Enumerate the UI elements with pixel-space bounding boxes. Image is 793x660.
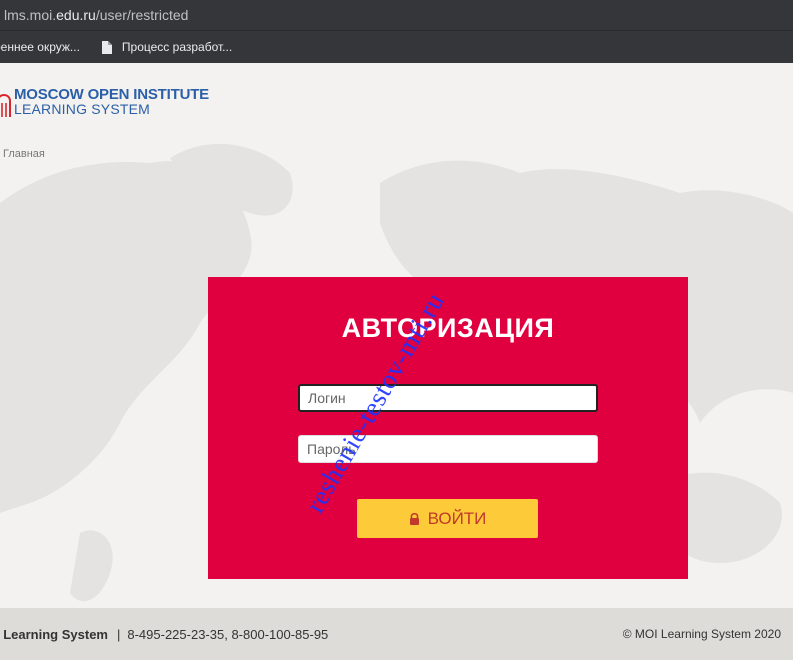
url-domain: edu.ru bbox=[56, 7, 96, 23]
login-button-label: ВОЙТИ bbox=[427, 508, 487, 528]
password-input[interactable] bbox=[298, 435, 598, 463]
footer: I Learning System | 8-495-225-23-35, 8-8… bbox=[0, 608, 793, 660]
login-button[interactable]: ВОЙТИ bbox=[357, 499, 538, 538]
login-title: АВТОРИЗАЦИЯ bbox=[341, 313, 555, 343]
page-content: MOSCOW OPEN INSTITUTE LEARNING SYSTEM Гл… bbox=[0, 63, 793, 608]
bookmark-item[interactable]: Процесс разработ... bbox=[101, 40, 233, 54]
institute-logo-icon bbox=[0, 94, 11, 117]
bookmark-label: реннее окруж... bbox=[0, 40, 80, 54]
site-logo[interactable]: MOSCOW OPEN INSTITUTE LEARNING SYSTEM bbox=[0, 87, 209, 121]
breadcrumb[interactable]: Главная bbox=[3, 148, 45, 160]
footer-phones: 8-495-225-23-35, 8-800-100-85-95 bbox=[127, 626, 329, 642]
lock-icon bbox=[409, 512, 419, 525]
logo-title: MOSCOW OPEN INSTITUTE bbox=[14, 86, 209, 103]
bookmark-label: Процесс разработ... bbox=[121, 40, 233, 54]
footer-separator: | bbox=[116, 626, 121, 642]
url-prefix: lms.moi. bbox=[4, 7, 57, 23]
logo-subtitle: LEARNING SYSTEM bbox=[14, 101, 151, 117]
document-icon bbox=[101, 40, 112, 54]
login-input[interactable] bbox=[298, 384, 598, 412]
address-bar[interactable]: lms.moi. edu.ru/user/restricted bbox=[0, 0, 793, 30]
login-panel: АВТОРИЗАЦИЯ ВОЙТИ bbox=[208, 277, 688, 579]
url-path: /user/restricted bbox=[95, 7, 189, 23]
footer-copyright: © MOI Learning System 2020 bbox=[622, 627, 781, 641]
bookmark-item[interactable]: реннее окруж... bbox=[0, 40, 80, 54]
bookmarks-bar: реннее окруж... Процесс разработ... bbox=[0, 30, 793, 63]
footer-brand: I Learning System bbox=[0, 626, 108, 642]
